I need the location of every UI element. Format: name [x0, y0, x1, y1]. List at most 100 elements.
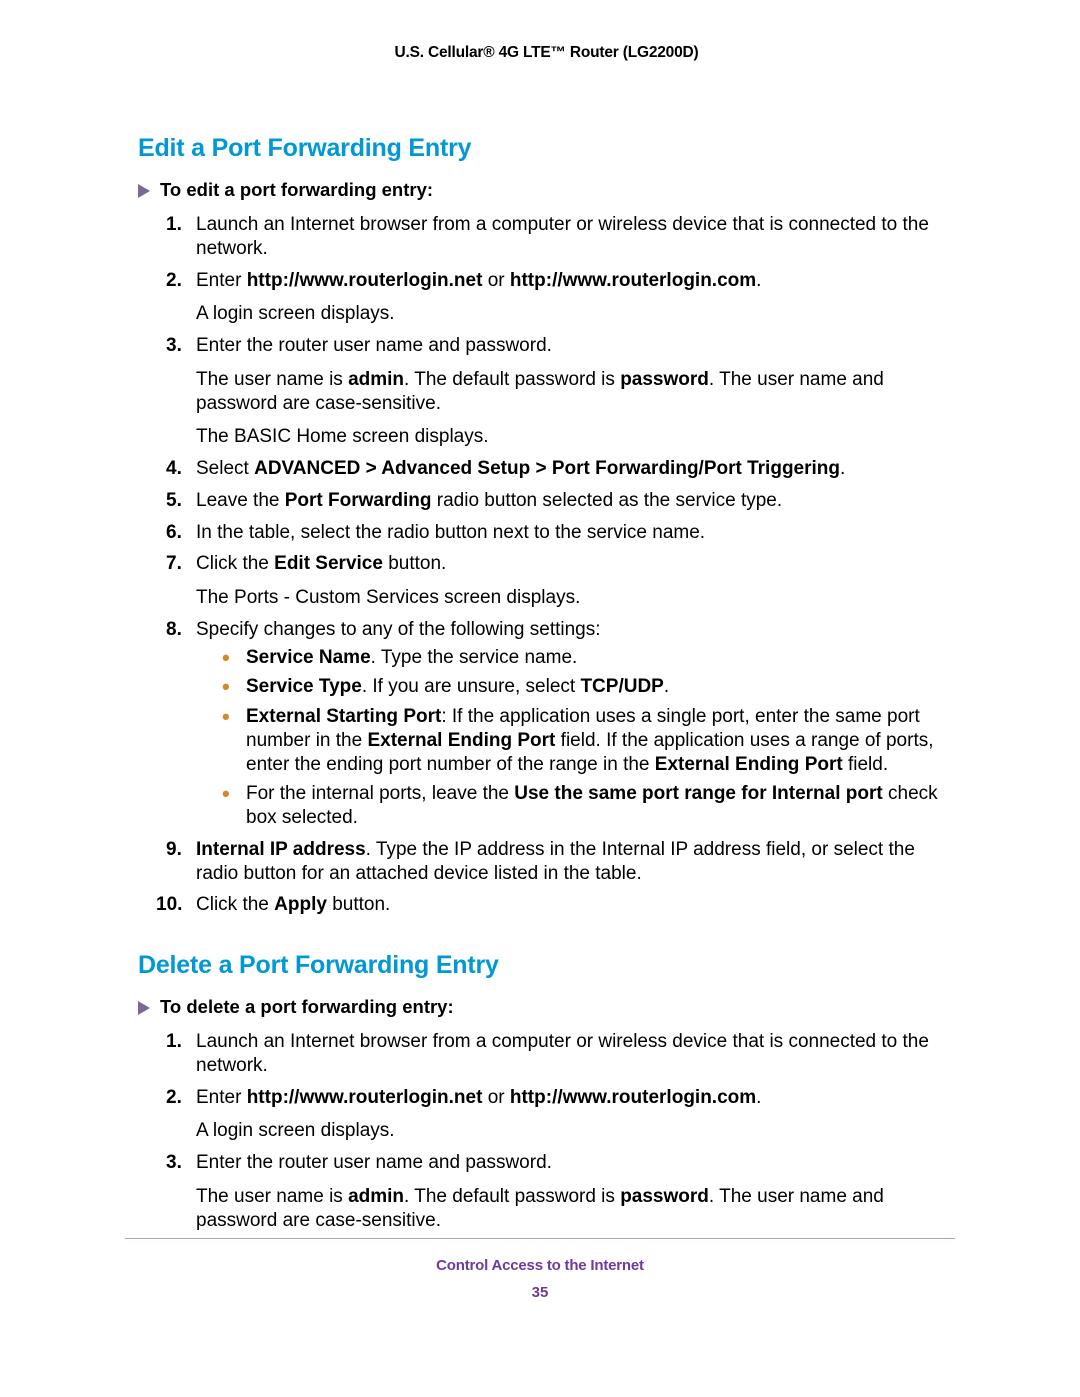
step-item: Enter http://www.routerlogin.net or http…: [166, 269, 955, 327]
step-item: Launch an Internet browser from a comput…: [166, 213, 955, 261]
text: The user name is: [196, 369, 348, 390]
text: Select: [196, 458, 254, 479]
bold-text: External Ending Port: [655, 754, 843, 775]
page: U.S. Cellular® 4G LTE™ Router (LG2200D) …: [0, 0, 1080, 1397]
step-item: Enter the router user name and password.…: [166, 1151, 955, 1232]
step-item: Enter http://www.routerlogin.net or http…: [166, 1086, 955, 1144]
arrow-icon: [138, 1001, 150, 1015]
step-sub-text: The BASIC Home screen displays.: [196, 425, 955, 449]
bold-text: http://www.routerlogin.com: [510, 1087, 756, 1108]
text: .: [756, 1087, 761, 1108]
step-item: Launch an Internet browser from a comput…: [166, 1030, 955, 1078]
text: The Ports - Custom Services screen displ…: [196, 587, 580, 608]
text: . The default password is: [404, 369, 620, 390]
bullet-item: Service Name. Type the service name.: [222, 646, 955, 670]
step-sub-text: A login screen displays.: [196, 1119, 955, 1143]
step-text: Launch an Internet browser from a comput…: [196, 213, 955, 261]
text: Specify changes to any of the following …: [196, 619, 601, 640]
bullet-item: Service Type. If you are unsure, select …: [222, 675, 955, 699]
text: radio button selected as the service typ…: [431, 490, 782, 511]
text: . Type the service name.: [371, 647, 578, 668]
text: or: [482, 1087, 509, 1108]
step-list: Launch an Internet browser from a comput…: [138, 1030, 955, 1232]
content: Edit a Port Forwarding Entry To edit a po…: [138, 134, 955, 1232]
bold-text: External Ending Port: [367, 730, 555, 751]
step-sub-text: A login screen displays.: [196, 302, 955, 326]
step-sub-text: The user name is admin. The default pass…: [196, 1185, 955, 1233]
text: Enter the router user name and password.: [196, 1152, 552, 1173]
step-item: Click the Apply button.: [166, 893, 955, 917]
text: Click the: [196, 553, 274, 574]
bold-text: Edit Service: [274, 553, 383, 574]
text: . If you are unsure, select: [362, 676, 581, 697]
text: button.: [327, 894, 390, 915]
bold-text: password: [620, 369, 709, 390]
text: or: [482, 270, 509, 291]
text: . The default password is: [404, 1186, 620, 1207]
text: A login screen displays.: [196, 1120, 395, 1141]
bold-text: http://www.routerlogin.net: [247, 270, 483, 291]
bold-text: Apply: [274, 894, 327, 915]
step-text: Leave the Port Forwarding radio button s…: [196, 489, 955, 513]
bold-text: password: [620, 1186, 709, 1207]
text: Launch an Internet browser from a comput…: [196, 214, 929, 259]
footer-section: Control Access to the Internet: [125, 1257, 955, 1274]
text: Enter the router user name and password.: [196, 335, 552, 356]
text: field.: [843, 754, 888, 775]
step-sub-text: The Ports - Custom Services screen displ…: [196, 586, 955, 610]
bold-text: External Starting Port: [246, 706, 441, 727]
bold-text: Service Name: [246, 647, 371, 668]
step-item: Click the Edit Service button. The Ports …: [166, 552, 955, 610]
text: The BASIC Home screen displays.: [196, 426, 489, 447]
footer-page-number: 35: [125, 1284, 955, 1301]
step-text: In the table, select the radio button ne…: [196, 521, 955, 545]
bold-text: Service Type: [246, 676, 362, 697]
bold-text: Use the same port range for Internal por…: [514, 783, 882, 804]
procedure-intro-text: To edit a port forwarding entry:: [160, 179, 433, 200]
step-text: Enter the router user name and password.: [196, 334, 955, 358]
step-text: Click the Edit Service button.: [196, 552, 955, 576]
step-item: Leave the Port Forwarding radio button s…: [166, 489, 955, 513]
procedure-intro: To delete a port forwarding entry:: [138, 996, 955, 1018]
text: The user name is: [196, 1186, 348, 1207]
page-footer: Control Access to the Internet 35: [125, 1238, 955, 1301]
bold-text: http://www.routerlogin.com: [510, 270, 756, 291]
step-text: Internal IP address. Type the IP address…: [196, 838, 955, 886]
step-text: Launch an Internet browser from a comput…: [196, 1030, 955, 1078]
step-text: Enter the router user name and password.: [196, 1151, 955, 1175]
bullet-item: External Starting Port: If the applicati…: [222, 705, 955, 776]
text: A login screen displays.: [196, 303, 395, 324]
step-item: Enter the router user name and password.…: [166, 334, 955, 449]
bold-text: admin: [348, 1186, 404, 1207]
bold-text: TCP/UDP: [580, 676, 663, 697]
text: For the internal ports, leave the: [246, 783, 514, 804]
text: .: [840, 458, 845, 479]
text: .: [756, 270, 761, 291]
text: Click the: [196, 894, 274, 915]
section-heading: Edit a Port Forwarding Entry: [138, 134, 955, 163]
step-sub-text: The user name is admin. The default pass…: [196, 368, 955, 416]
text: In the table, select the radio button ne…: [196, 522, 705, 543]
page-header: U.S. Cellular® 4G LTE™ Router (LG2200D): [138, 44, 955, 62]
step-text: Enter http://www.routerlogin.net or http…: [196, 269, 955, 293]
arrow-icon: [138, 184, 150, 198]
bullet-list: Service Name. Type the service name.Serv…: [196, 646, 955, 830]
step-text: Enter http://www.routerlogin.net or http…: [196, 1086, 955, 1110]
step-list: Launch an Internet browser from a comput…: [138, 213, 955, 917]
text: Launch an Internet browser from a comput…: [196, 1031, 929, 1076]
step-item: Internal IP address. Type the IP address…: [166, 838, 955, 886]
bold-text: ADVANCED > Advanced Setup > Port Forward…: [254, 458, 840, 479]
text: .: [664, 676, 669, 697]
step-text: Click the Apply button.: [196, 893, 955, 917]
text: Leave the: [196, 490, 285, 511]
step-text: Select ADVANCED > Advanced Setup > Port …: [196, 457, 955, 481]
bold-text: Internal IP address: [196, 839, 366, 860]
procedure-intro: To edit a port forwarding entry:: [138, 179, 955, 201]
step-text: Specify changes to any of the following …: [196, 618, 955, 642]
step-item: Specify changes to any of the following …: [166, 618, 955, 830]
section-heading: Delete a Port Forwarding Entry: [138, 951, 955, 980]
procedure-intro-text: To delete a port forwarding entry:: [160, 996, 454, 1017]
step-item: In the table, select the radio button ne…: [166, 521, 955, 545]
bullet-item: For the internal ports, leave the Use th…: [222, 782, 955, 830]
bold-text: Port Forwarding: [285, 490, 432, 511]
